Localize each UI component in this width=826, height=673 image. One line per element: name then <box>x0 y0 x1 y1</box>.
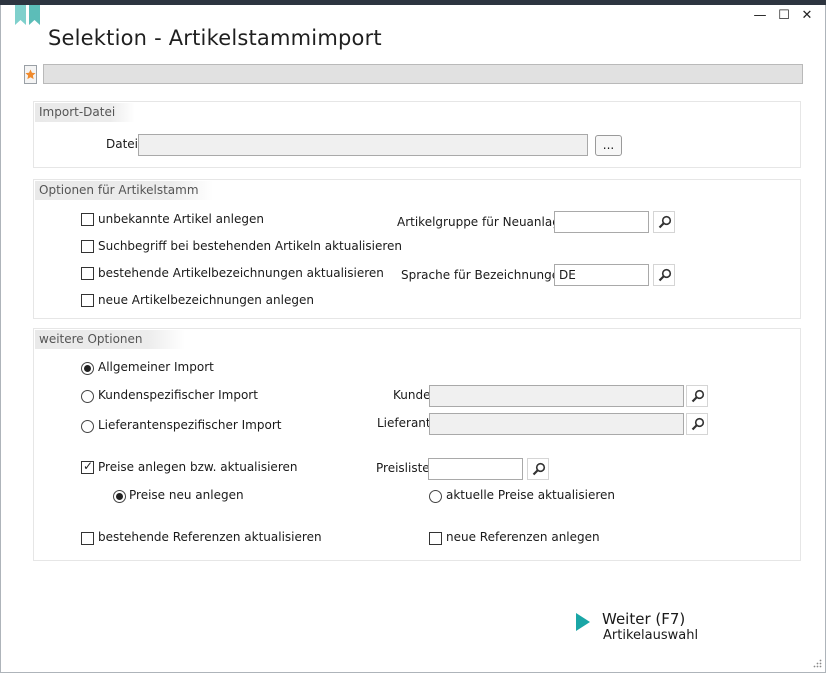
price-new-radio[interactable] <box>113 490 126 503</box>
checkbox-label: neue Referenzen anlegen <box>446 530 600 544</box>
radio-label: Allgemeiner Import <box>98 360 214 374</box>
supplier-label: Lieferant <box>377 416 431 430</box>
supplier-search-button[interactable] <box>686 413 708 435</box>
favorite-button[interactable] <box>24 65 37 84</box>
checkbox-label: unbekannte Artikel anlegen <box>98 212 264 226</box>
checkbox-label: bestehende Artikelbezeichnungen aktualis… <box>98 266 384 280</box>
language-label: Sprache für Bezeichnungen <box>401 268 567 282</box>
unknown-articles-checkbox[interactable] <box>81 213 94 226</box>
description-field[interactable] <box>43 64 803 84</box>
supplier-input[interactable] <box>429 413 684 435</box>
new-descriptions-checkbox[interactable] <box>81 294 94 307</box>
customer-import-radio[interactable] <box>81 390 94 403</box>
resize-grip-icon[interactable] <box>812 659 822 669</box>
group-header: Optionen für Artikelstamm <box>35 181 213 200</box>
checkbox-label: neue Artikelbezeichnungen anlegen <box>98 293 314 307</box>
group-header: weitere Optionen <box>35 330 185 349</box>
search-icon <box>658 215 672 229</box>
search-icon <box>691 389 705 403</box>
close-button[interactable]: ✕ <box>799 8 815 24</box>
search-icon <box>532 462 546 476</box>
file-input[interactable] <box>138 134 588 156</box>
pricelist-search-button[interactable] <box>527 458 549 480</box>
pricelist-label: Preisliste <box>376 461 430 475</box>
refs-update-checkbox[interactable] <box>81 532 94 545</box>
checkbox-label: Suchbegriff bei bestehenden Artikeln akt… <box>98 239 402 253</box>
customer-search-button[interactable] <box>686 385 708 407</box>
supplier-import-radio[interactable] <box>81 420 94 433</box>
article-group-label: Artikelgruppe für Neuanlage <box>397 215 568 229</box>
radio-label: Lieferantenspezifischer Import <box>98 418 282 432</box>
searchterm-update-checkbox[interactable] <box>81 240 94 253</box>
checkbox-label: bestehende Referenzen aktualisieren <box>98 530 322 544</box>
search-icon <box>691 417 705 431</box>
check-icon: ✓ <box>83 459 94 473</box>
radio-dot <box>116 493 123 500</box>
language-search-button[interactable] <box>653 264 675 286</box>
browse-file-button[interactable]: ... <box>595 135 622 156</box>
bookmark-icon[interactable] <box>14 5 42 26</box>
price-update-radio[interactable] <box>429 490 442 503</box>
star-icon <box>25 69 36 80</box>
update-descriptions-checkbox[interactable] <box>81 267 94 280</box>
customer-label: Kunde <box>393 388 431 402</box>
minimize-button[interactable]: — <box>752 8 768 24</box>
refs-new-checkbox[interactable] <box>429 532 442 545</box>
checkbox-label: Preise anlegen bzw. aktualisieren <box>98 460 298 474</box>
file-label: Datei <box>106 137 139 151</box>
article-group-search-button[interactable] <box>653 211 675 233</box>
play-icon[interactable] <box>576 613 590 631</box>
radio-label: Kundenspezifischer Import <box>98 388 258 402</box>
general-import-radio[interactable] <box>81 362 94 375</box>
article-group-input[interactable] <box>554 211 649 233</box>
radio-dot <box>84 365 91 372</box>
prices-checkbox[interactable]: ✓ <box>81 459 94 474</box>
group-header: Import-Datei <box>35 103 135 122</box>
page-title: Selektion - Artikelstammimport <box>48 26 382 50</box>
maximize-button[interactable]: ☐ <box>776 8 792 24</box>
pricelist-input[interactable] <box>428 458 523 480</box>
next-subtitle: Artikelauswahl <box>603 628 699 643</box>
search-icon <box>658 268 672 282</box>
next-button[interactable]: Weiter (F7) <box>602 610 685 628</box>
radio-label: aktuelle Preise aktualisieren <box>446 488 615 502</box>
window-top-bar <box>0 0 826 5</box>
language-input[interactable]: DE <box>554 264 649 286</box>
radio-label: Preise neu anlegen <box>129 488 244 502</box>
customer-input[interactable] <box>429 385 684 407</box>
